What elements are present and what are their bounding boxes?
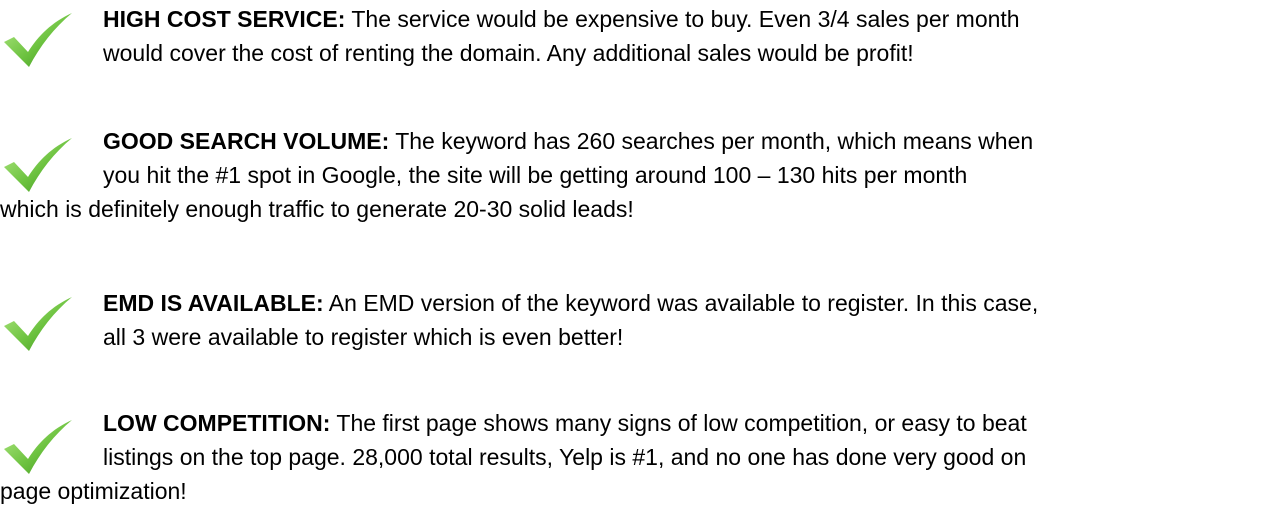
list-item-good-search-volume: GOOD SEARCH VOLUME: The keyword has 260 … [0, 124, 1262, 226]
item-text-line: all 3 were available to register which i… [103, 324, 624, 350]
item-text-line: would cover the cost of renting the doma… [103, 40, 914, 66]
item-text-line: which is definitely enough traffic to ge… [0, 196, 634, 222]
document-page: HIGH COST SERVICE: The service would be … [0, 0, 1270, 505]
item-paragraph: LOW COMPETITION: The first page shows ma… [0, 406, 1262, 508]
checkmark-icon [4, 138, 72, 192]
item-paragraph: GOOD SEARCH VOLUME: The keyword has 260 … [0, 124, 1262, 226]
item-paragraph: HIGH COST SERVICE: The service would be … [0, 2, 1262, 70]
checkmark-icon [4, 297, 72, 351]
item-text-line: The first page shows many signs of low c… [330, 410, 1027, 436]
checkmark-icon [4, 420, 72, 474]
item-label: EMD IS AVAILABLE: [103, 290, 324, 316]
item-text-line: listings on the top page. 28,000 total r… [103, 444, 1027, 470]
list-item-high-cost: HIGH COST SERVICE: The service would be … [0, 2, 1262, 70]
item-text-line: you hit the #1 spot in Google, the site … [103, 162, 968, 188]
item-text-line: page optimization! [0, 478, 187, 504]
item-text-line: The service would be expensive to buy. E… [345, 6, 1020, 32]
list-item-emd-available: EMD IS AVAILABLE: An EMD version of the … [0, 286, 1262, 354]
item-label: HIGH COST SERVICE: [103, 6, 346, 32]
checkmark-icon [4, 13, 72, 67]
item-paragraph: EMD IS AVAILABLE: An EMD version of the … [0, 286, 1262, 354]
item-label: LOW COMPETITION: [103, 410, 331, 436]
list-item-low-competition: LOW COMPETITION: The first page shows ma… [0, 406, 1262, 508]
item-label: GOOD SEARCH VOLUME: [103, 128, 390, 154]
item-text-line: The keyword has 260 searches per month, … [389, 128, 1034, 154]
item-text-line: An EMD version of the keyword was availa… [323, 290, 1039, 316]
